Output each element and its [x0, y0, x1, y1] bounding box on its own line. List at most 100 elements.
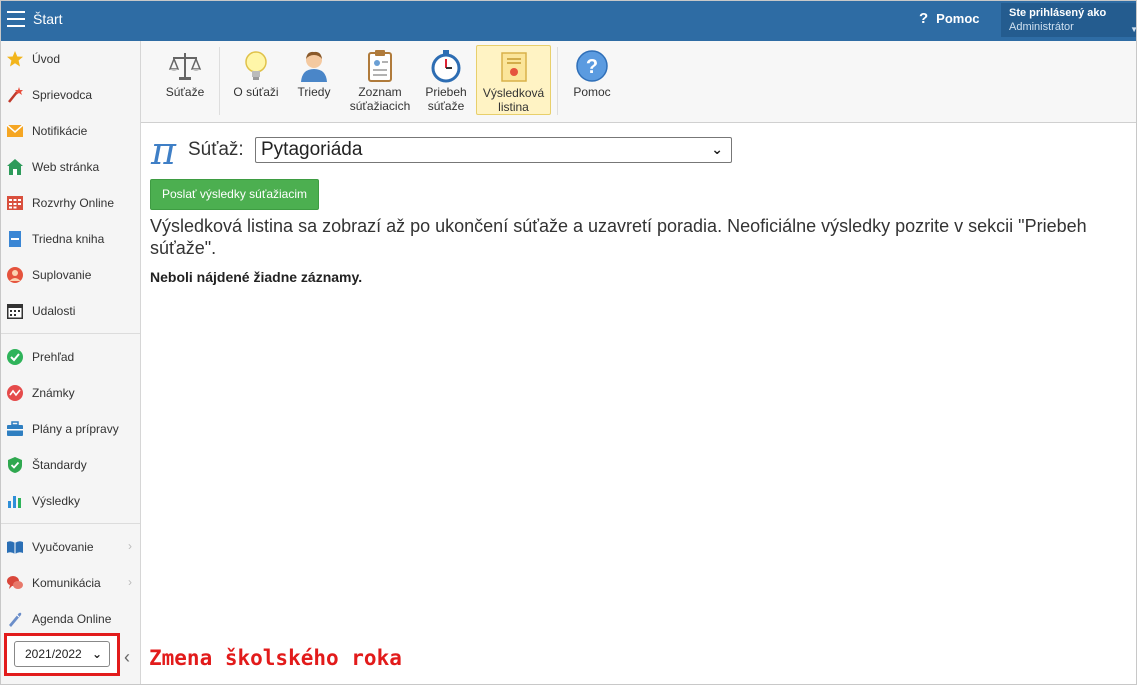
star-icon	[7, 51, 23, 67]
pen-icon	[9, 612, 22, 627]
annotation-label: Zmena školského roka	[149, 646, 402, 670]
competition-label: Súťaž:	[188, 139, 244, 160]
main-content: π Súťaž: Pytagoriáda ⌄ Poslať výsledky s…	[141, 124, 1136, 684]
sidebar-item-plany[interactable]: Plány a prípravy	[1, 411, 140, 447]
sidebar-item-web-stranka[interactable]: Web stránka	[1, 149, 140, 185]
stopwatch-icon	[431, 50, 461, 83]
lightbulb-icon	[245, 51, 267, 80]
book-icon	[9, 231, 21, 247]
sidebar-item-notifikacie[interactable]: Notifikácie	[1, 113, 140, 149]
sidebar-item-uvod[interactable]: Úvod	[1, 41, 140, 77]
user-role: Administrátor	[1009, 21, 1074, 33]
tool-vysledkova-listina[interactable]: Výsledková listina	[476, 45, 551, 115]
scales-icon	[168, 53, 202, 80]
sidebar-item-komunikacia[interactable]: Komunikácia ›	[1, 565, 140, 601]
empty-state-message: Neboli nájdené žiadne záznamy.	[150, 269, 363, 285]
chevron-down-icon: ⌄	[711, 141, 723, 157]
sidebar: Úvod Sprievodca Notifikácie Web stránka …	[1, 41, 141, 684]
sidebar-item-label: Výsledky	[32, 494, 81, 508]
tool-triedy[interactable]: Triedy	[289, 45, 339, 115]
briefcase-icon	[7, 421, 23, 436]
tool-label: Triedy	[297, 85, 331, 99]
sidebar-item-suplovanie[interactable]: Suplovanie	[1, 257, 140, 293]
calendar-icon	[7, 304, 23, 319]
toolbar-divider	[219, 47, 220, 115]
tool-pomoc[interactable]: ? Pomoc	[565, 45, 619, 115]
chevron-down-icon: ⌄	[91, 647, 102, 661]
competition-value: Pytagoriáda	[261, 139, 363, 160]
hamburger-menu-icon[interactable]	[7, 11, 25, 27]
app-window: Štart ? Pomoc Ste prihlásený ako Administ…	[0, 0, 1137, 685]
sidebar-item-label: Úvod	[32, 52, 61, 66]
sidebar-item-prehlad[interactable]: Prehľad	[1, 339, 140, 375]
sidebar-item-label: Vyučovanie	[32, 540, 94, 554]
school-year-highlight: 2021/2022 ⌄	[4, 633, 120, 676]
sidebar-item-label: Agenda Online	[32, 612, 112, 626]
user-caption: Ste prihlásený ako	[1009, 7, 1107, 19]
sidebar-item-znamky[interactable]: Známky	[1, 375, 140, 411]
info-message: Výsledková listina sa zobrazí až po ukon…	[150, 216, 1087, 258]
tool-priebeh-sutaze[interactable]: Priebeh súťaže	[421, 45, 471, 115]
sidebar-item-label: Prehľad	[32, 350, 75, 364]
sidebar-divider	[1, 523, 140, 524]
sidebar-item-standardy[interactable]: Štandardy	[1, 447, 140, 483]
sidebar-item-label: Udalosti	[32, 304, 76, 318]
collapse-sidebar-button[interactable]: ‹	[124, 647, 130, 668]
sidebar-item-label: Suplovanie	[32, 268, 92, 282]
sidebar-item-label: Plány a prípravy	[32, 422, 119, 436]
open-book-icon	[7, 541, 23, 554]
wand-icon	[8, 87, 23, 103]
module-toolbar: Súťaže O súťaži Triedy Zoznam súťažiacic…	[141, 41, 1136, 123]
tool-label: Výsledková listina	[482, 86, 545, 114]
tool-label: Zoznam súťažiacich	[349, 85, 411, 113]
sidebar-item-triedna-kniha[interactable]: Triedna kniha	[1, 221, 140, 257]
sidebar-item-label: Známky	[32, 386, 75, 400]
sidebar-item-label: Komunikácia	[32, 576, 101, 590]
help-link[interactable]: ? Pomoc	[919, 10, 980, 27]
question-icon: ?	[919, 10, 929, 27]
grades-icon	[7, 385, 23, 401]
sidebar-item-label: Notifikácie	[32, 124, 88, 138]
sidebar-item-label: Triedna kniha	[32, 232, 105, 246]
tool-label: Priebeh súťaže	[425, 85, 467, 113]
sidebar-item-agenda[interactable]: Agenda Online	[1, 601, 140, 637]
chevron-down-icon: ▼	[1130, 25, 1136, 34]
clipboard-icon	[368, 50, 392, 82]
tool-sutaze[interactable]: Súťaže	[159, 45, 211, 115]
tool-o-sutazi[interactable]: O súťaži	[228, 45, 284, 115]
sidebar-divider	[1, 333, 140, 334]
sidebar-item-label: Štandardy	[32, 458, 87, 472]
page-title: Štart	[33, 11, 63, 27]
tool-zoznam-sutaziacich[interactable]: Zoznam súťažiacich	[344, 45, 416, 115]
bar-chart-icon	[8, 496, 21, 508]
sidebar-item-vyucovanie[interactable]: Vyučovanie ›	[1, 529, 140, 565]
sidebar-item-vysledky[interactable]: Výsledky	[1, 483, 140, 519]
envelope-icon	[6, 124, 24, 137]
school-year-select[interactable]: 2021/2022 ⌄	[14, 641, 110, 667]
person-icon	[301, 51, 327, 82]
timetable-icon	[7, 196, 23, 210]
sidebar-item-label: Rozvrhy Online	[32, 196, 115, 210]
sidebar-item-label: Web stránka	[32, 160, 100, 174]
sidebar-item-udalosti[interactable]: Udalosti	[1, 293, 140, 329]
competition-select[interactable]: Pytagoriáda ⌄	[255, 137, 732, 163]
home-icon	[7, 159, 23, 175]
svg-text:?: ?	[586, 56, 598, 78]
chevron-right-icon: ›	[128, 539, 132, 553]
check-circle-icon	[7, 349, 23, 365]
help-label: Pomoc	[936, 11, 980, 26]
pi-logo-icon: π	[151, 129, 176, 173]
send-results-button[interactable]: Poslať výsledky súťažiacim	[150, 179, 319, 210]
sidebar-item-rozvrhy[interactable]: Rozvrhy Online	[1, 185, 140, 221]
shield-check-icon	[8, 457, 22, 473]
substitute-icon	[7, 267, 23, 283]
chat-icon	[7, 576, 23, 589]
tool-label: Súťaže	[165, 85, 205, 99]
top-bar: Štart ? Pomoc Ste prihlásený ako Administ…	[1, 1, 1136, 41]
tool-label: O súťaži	[233, 85, 279, 99]
toolbar-divider	[557, 47, 558, 115]
certificate-icon	[500, 52, 527, 82]
sidebar-item-sprievodca[interactable]: Sprievodca	[1, 77, 140, 113]
tool-label: Pomoc	[573, 85, 611, 99]
user-menu[interactable]: Ste prihlásený ako Administrátor ▼	[1001, 3, 1136, 37]
